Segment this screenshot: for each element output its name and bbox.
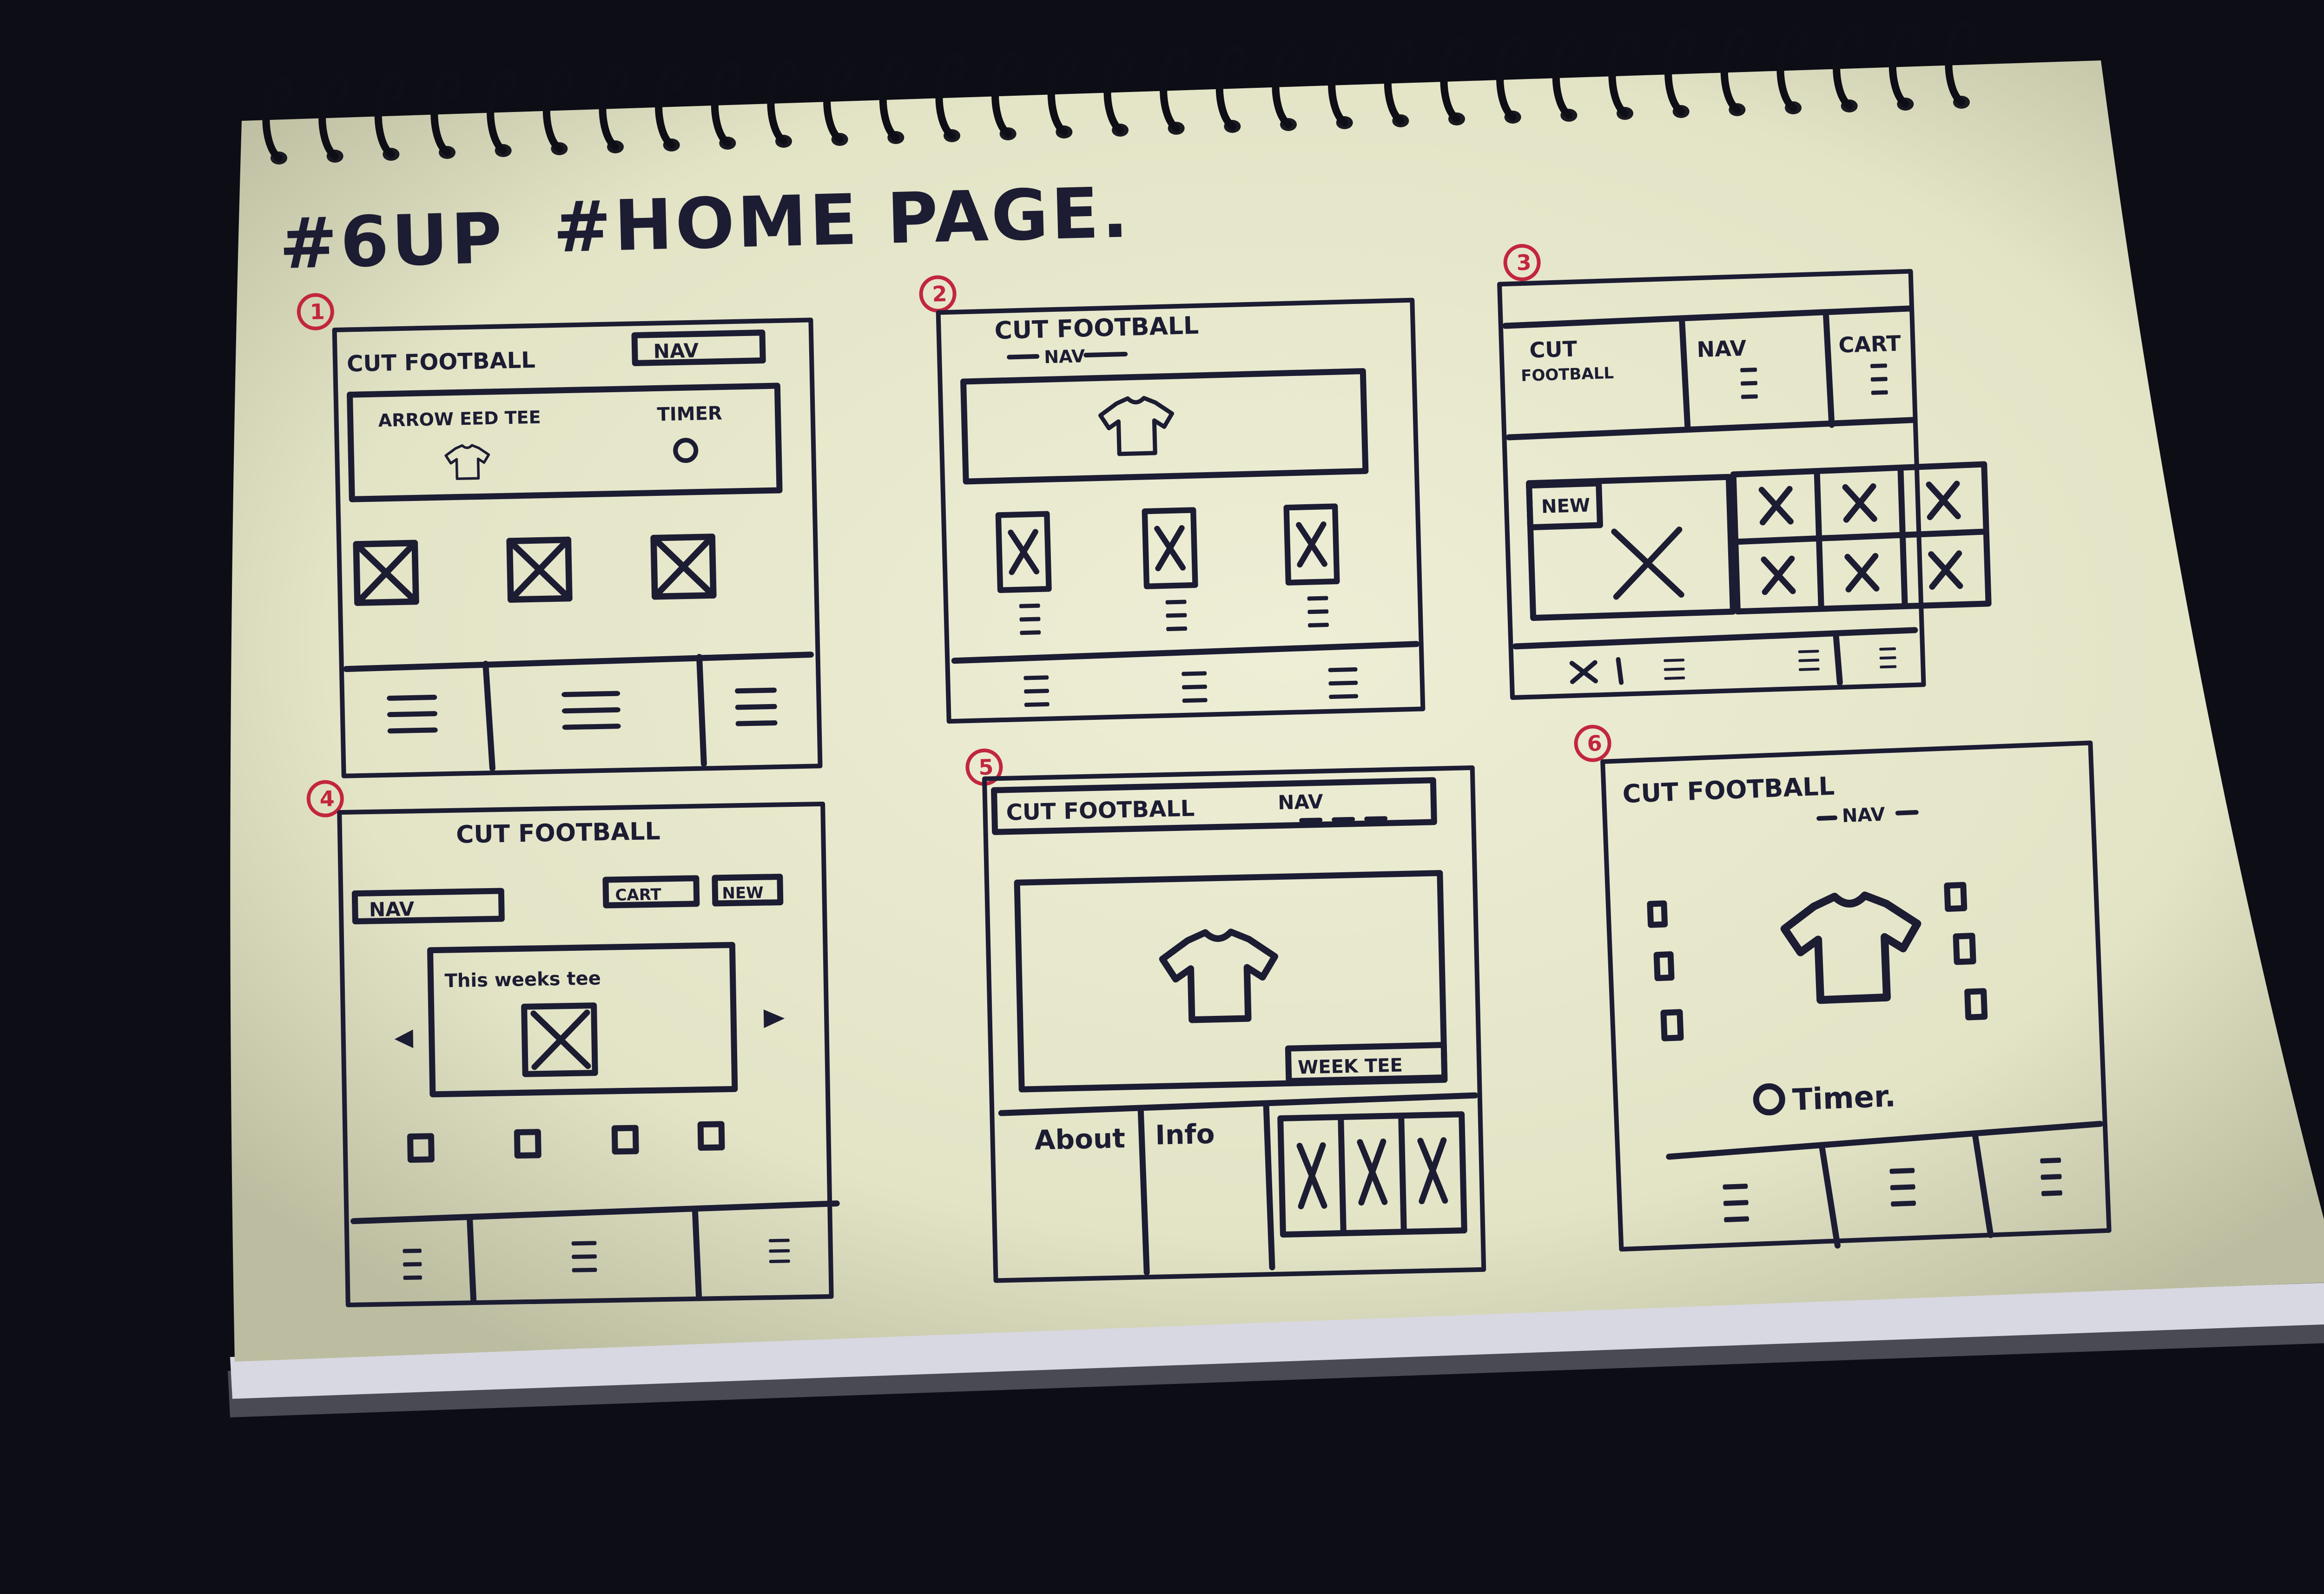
- sketch3-cart: CART: [1838, 330, 1901, 357]
- sketch3-new-badge: NEW: [1541, 495, 1590, 518]
- sketch-number-4: 4: [319, 786, 335, 811]
- sketch3-brand-line1: CUT: [1529, 336, 1578, 362]
- sketch6-timer: Timer.: [1792, 1079, 1896, 1117]
- sketch-number-6: 6: [1587, 731, 1603, 756]
- sketch1-promo: ARROW EED TEE: [378, 407, 541, 431]
- heading-tag-6up: #6UP: [278, 198, 506, 285]
- sketch3-brand-line2: FOOTBALL: [1521, 364, 1614, 385]
- sketch5-week-badge: WEEK TEE: [1298, 1055, 1403, 1079]
- sketch4-nav: NAV: [369, 897, 415, 921]
- sketch1-timer: TIMER: [657, 403, 722, 426]
- heading-tag-home-page: #HOME PAGE.: [552, 172, 1132, 268]
- sketch5-nav: NAV: [1278, 790, 1324, 814]
- sketch-number-1: 1: [310, 299, 325, 324]
- sketch2-brand: CUT FOOTBALL: [994, 312, 1199, 345]
- sketch5-brand: CUT FOOTBALL: [1006, 796, 1195, 826]
- sketch4-brand: CUT FOOTBALL: [456, 817, 660, 849]
- sketch4-new-button: NEW: [722, 883, 764, 903]
- notebook-photo: #6UP #HOME PAGE. 1 CUT FOOTBALL NAV ARRO…: [228, 19, 2324, 1417]
- sketch1-brand: CUT FOOTBALL: [347, 347, 536, 377]
- sketch1-nav: NAV: [653, 339, 699, 363]
- sketch-number-3: 3: [1516, 250, 1532, 275]
- sketch2-nav: NAV: [1044, 346, 1086, 367]
- sketch5-about: About: [1034, 1122, 1126, 1156]
- sketch6-nav: NAV: [1842, 804, 1885, 827]
- sketch4-cart: CART: [615, 885, 662, 905]
- sketch-number-2: 2: [932, 281, 947, 307]
- sketch4-carousel-title: This weeks tee: [444, 968, 601, 992]
- sketch-number-5: 5: [978, 754, 994, 780]
- sketch5-info: Info: [1155, 1118, 1215, 1151]
- sketch3-nav: NAV: [1697, 336, 1747, 362]
